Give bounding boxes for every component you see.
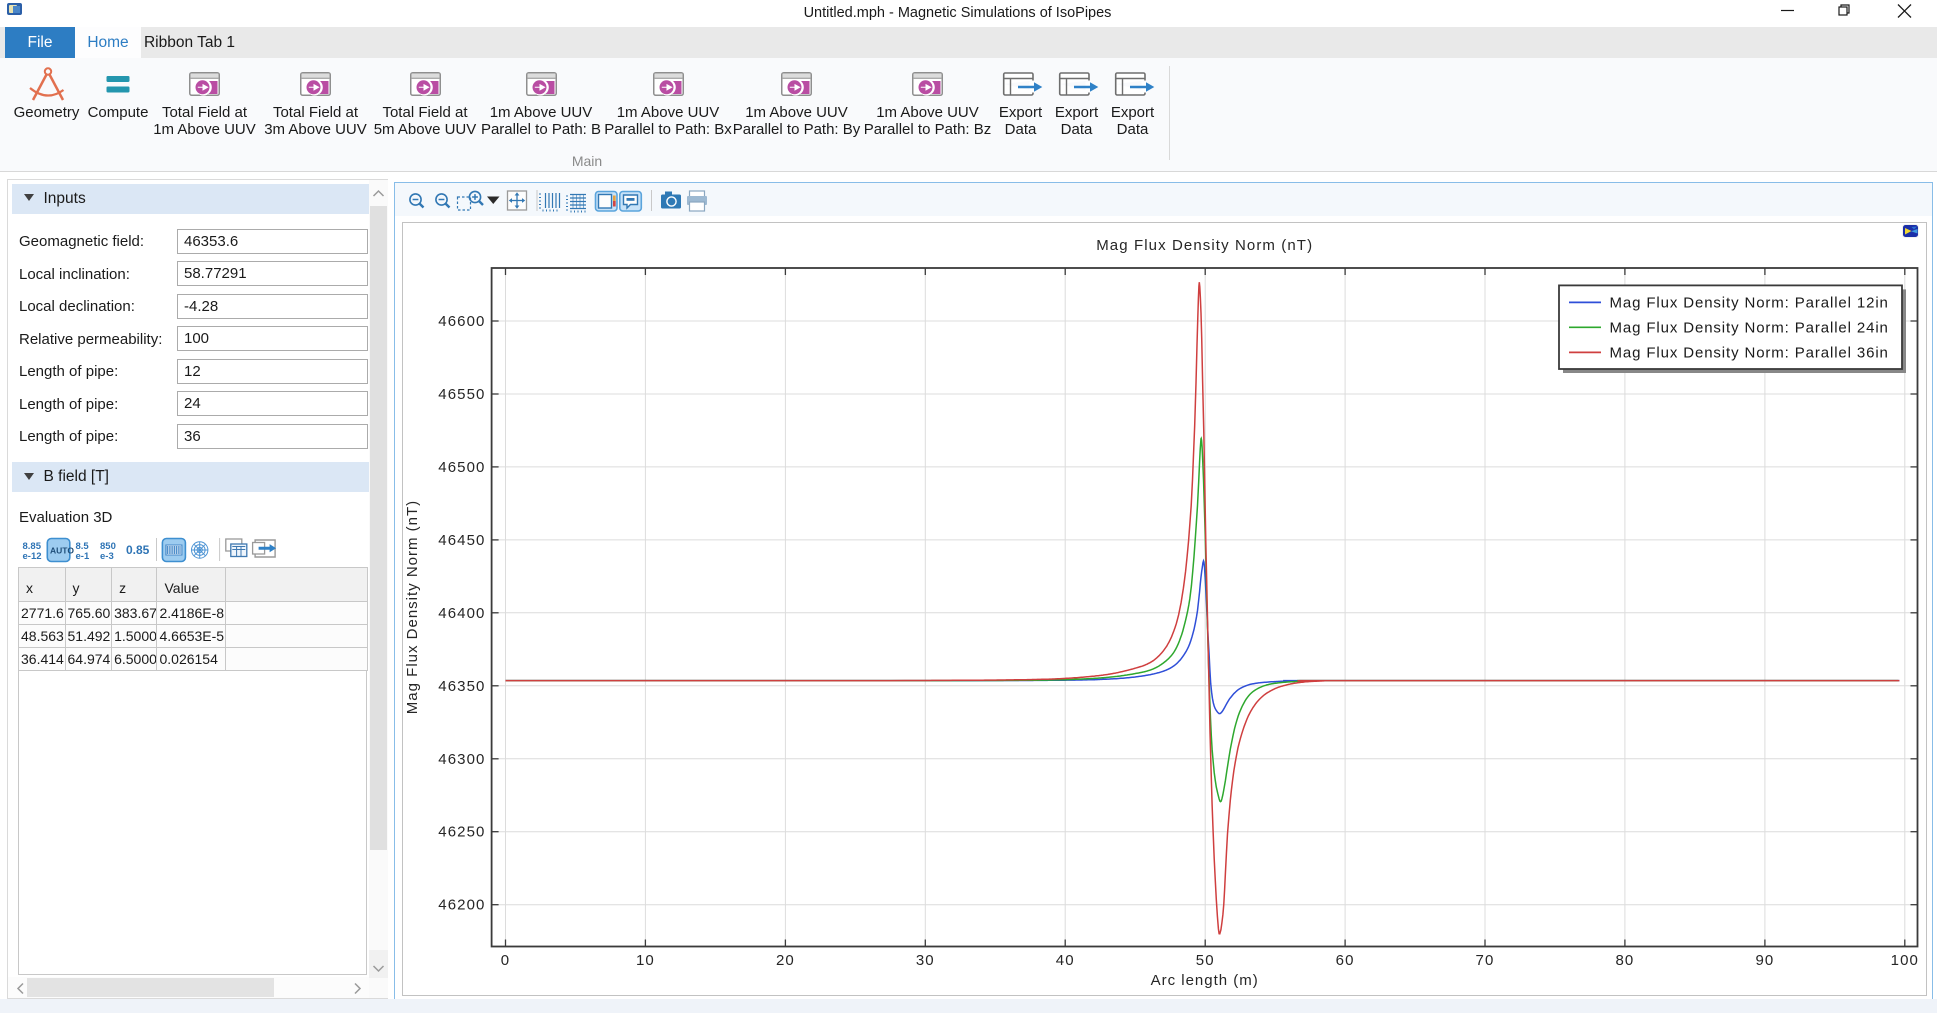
svg-text:46600: 46600 xyxy=(438,313,485,330)
svg-text:46400: 46400 xyxy=(438,605,485,622)
svg-text:80: 80 xyxy=(1615,952,1634,969)
svg-text:46450: 46450 xyxy=(438,532,485,549)
svg-text:Mag Flux Density Norm (nT): Mag Flux Density Norm (nT) xyxy=(404,500,421,714)
svg-text:46250: 46250 xyxy=(438,824,485,841)
svg-text:46350: 46350 xyxy=(438,678,485,695)
svg-text:0: 0 xyxy=(501,952,510,969)
svg-text:10: 10 xyxy=(636,952,655,969)
svg-text:46200: 46200 xyxy=(438,897,485,914)
svg-text:Arc length (m): Arc length (m) xyxy=(1151,972,1259,989)
svg-text:50: 50 xyxy=(1196,952,1215,969)
svg-text:Mag Flux Density Norm (nT): Mag Flux Density Norm (nT) xyxy=(1096,237,1313,254)
svg-text:Mag Flux Density Norm: Paralle: Mag Flux Density Norm: Parallel 36in xyxy=(1610,344,1889,361)
svg-text:46550: 46550 xyxy=(438,386,485,403)
svg-text:20: 20 xyxy=(776,952,795,969)
svg-text:30: 30 xyxy=(916,952,935,969)
svg-text:60: 60 xyxy=(1336,952,1355,969)
svg-text:40: 40 xyxy=(1056,952,1075,969)
svg-text:Mag Flux Density Norm: Paralle: Mag Flux Density Norm: Parallel 24in xyxy=(1610,319,1889,336)
svg-text:Mag Flux Density Norm: Paralle: Mag Flux Density Norm: Parallel 12in xyxy=(1610,294,1889,311)
svg-text:100: 100 xyxy=(1891,952,1919,969)
svg-text:46500: 46500 xyxy=(438,459,485,476)
svg-text:90: 90 xyxy=(1755,952,1774,969)
svg-text:46300: 46300 xyxy=(438,751,485,768)
svg-text:70: 70 xyxy=(1476,952,1495,969)
